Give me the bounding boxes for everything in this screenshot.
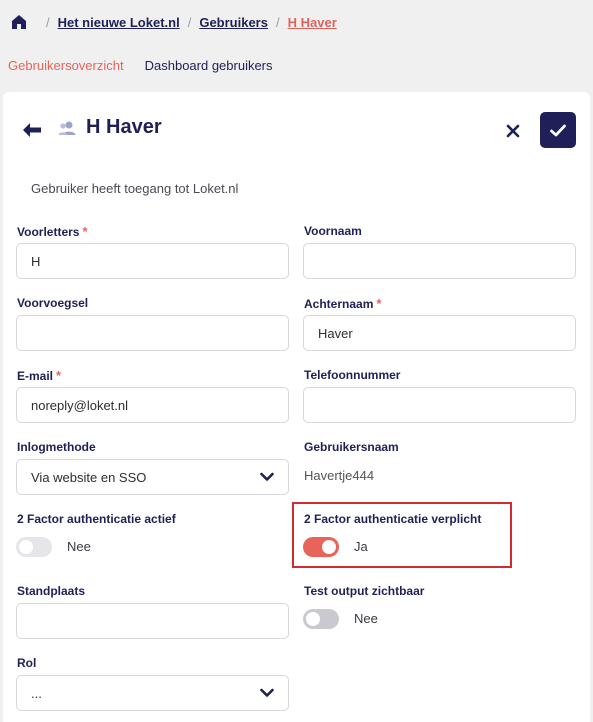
voorletters-label-text: Voorletters xyxy=(17,225,80,239)
users-icon xyxy=(58,121,76,135)
gebruikersnaam-label: Gebruikersnaam xyxy=(304,440,399,454)
rol-value: ... xyxy=(31,685,42,701)
breadcrumb-separator: / xyxy=(275,14,280,30)
telefoonnummer-input[interactable] xyxy=(303,387,576,423)
breadcrumb-link-home[interactable]: Het nieuwe Loket.nl xyxy=(58,15,180,30)
inlogmethode-value: Via website en SSO xyxy=(31,469,147,485)
home-icon[interactable] xyxy=(10,13,28,31)
voornaam-input[interactable] xyxy=(303,243,576,279)
email-label-text: E-mail xyxy=(17,369,54,383)
access-status-text: Gebruiker heeft toegang tot Loket.nl xyxy=(31,181,239,196)
toggle-knob xyxy=(306,612,320,626)
breadcrumb: / Het nieuwe Loket.nl / Gebruikers / H H… xyxy=(10,12,337,32)
twofa-actief-label: 2 Factor authenticatie actief xyxy=(17,512,176,526)
breadcrumb-link-gebruikers[interactable]: Gebruikers xyxy=(199,15,268,30)
toggle-knob xyxy=(19,540,33,554)
tab-dashboard-gebruikers[interactable]: Dashboard gebruikers xyxy=(145,58,273,73)
voorletters-input[interactable]: H xyxy=(16,243,289,279)
close-icon[interactable] xyxy=(506,124,520,138)
email-label: E-mail * xyxy=(17,368,61,383)
rol-label: Rol xyxy=(17,656,37,670)
standplaats-input[interactable] xyxy=(16,603,289,639)
standplaats-label: Standplaats xyxy=(17,584,86,598)
breadcrumb-separator: / xyxy=(46,14,50,30)
chevron-down-icon xyxy=(260,472,274,481)
achternaam-label-text: Achternaam xyxy=(304,297,374,311)
test-output-label: Test output zichtbaar xyxy=(304,584,425,598)
breadcrumb-separator: / xyxy=(187,14,192,30)
voorvoegsel-input[interactable] xyxy=(16,315,289,351)
achternaam-label: Achternaam * xyxy=(304,296,381,311)
required-asterisk: * xyxy=(56,368,62,383)
save-button[interactable] xyxy=(540,112,576,148)
required-asterisk: * xyxy=(82,224,88,239)
highlight-box xyxy=(292,502,512,568)
voorletters-value: H xyxy=(31,253,41,269)
twofa-actief-toggle[interactable] xyxy=(16,537,52,557)
tab-gebruikersoverzicht[interactable]: Gebruikersoverzicht xyxy=(8,58,124,73)
check-icon xyxy=(550,124,566,136)
email-value: noreply@loket.nl xyxy=(31,397,129,413)
breadcrumb-current[interactable]: H Haver xyxy=(288,15,337,30)
inlogmethode-label: Inlogmethode xyxy=(17,440,96,454)
email-field[interactable]: noreply@loket.nl xyxy=(16,387,289,423)
required-asterisk: * xyxy=(376,296,382,311)
voornaam-label: Voornaam xyxy=(304,224,362,238)
back-arrow-icon[interactable] xyxy=(22,122,42,138)
gebruikersnaam-value: Havertje444 xyxy=(304,468,375,483)
tab-bar: Gebruikersoverzicht Dashboard gebruikers xyxy=(8,58,294,73)
voorletters-label: Voorletters * xyxy=(17,224,88,239)
chevron-down-icon xyxy=(260,688,274,697)
page-title: H Haver xyxy=(86,116,162,138)
rol-select[interactable]: ... xyxy=(16,675,289,711)
achternaam-input[interactable]: Haver xyxy=(303,315,576,351)
achternaam-value: Haver xyxy=(318,325,353,341)
twofa-actief-state: Nee xyxy=(67,539,91,554)
test-output-state: Nee xyxy=(354,611,378,626)
voorvoegsel-label: Voorvoegsel xyxy=(17,296,89,310)
test-output-toggle[interactable] xyxy=(303,609,339,629)
inlogmethode-select[interactable]: Via website en SSO xyxy=(16,459,289,495)
telefoonnummer-label: Telefoonnummer xyxy=(304,368,401,382)
